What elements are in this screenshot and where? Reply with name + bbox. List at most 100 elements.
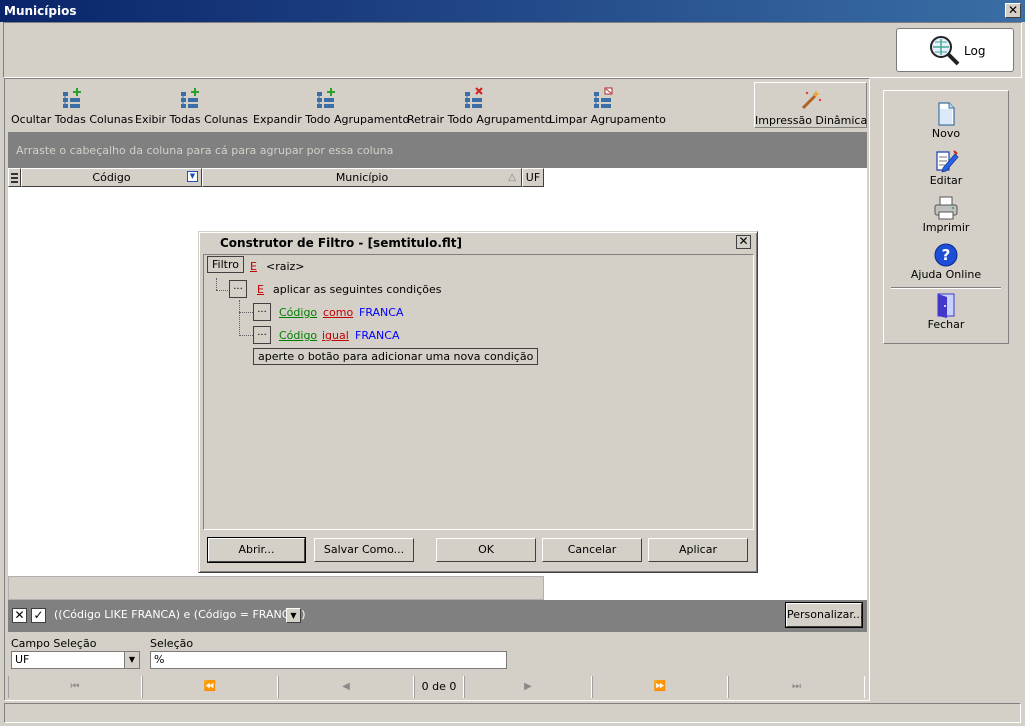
dynamic-print-button[interactable]: Impressão Dinâmica — [754, 82, 867, 128]
clear-grouping-button[interactable]: Limpar Agrupamento — [549, 82, 666, 128]
group-by-area[interactable]: Arraste o cabeçalho da coluna para cá pa… — [8, 132, 867, 168]
show-columns-icon — [181, 88, 199, 108]
previous-page-button[interactable]: ⏪ — [142, 676, 278, 698]
clear-grouping-icon — [594, 87, 613, 108]
clear-filter-icon[interactable]: ✕ — [12, 608, 27, 623]
open-button[interactable]: Abrir... — [207, 537, 306, 563]
hide-all-columns-button[interactable]: Ocultar Todas Colunas — [11, 82, 133, 128]
online-help-label: Ajuda Online — [910, 268, 982, 281]
tree-connector — [216, 278, 217, 290]
condition-value[interactable]: FRANCA — [359, 306, 403, 319]
next-page-button[interactable]: ⏩ — [592, 676, 728, 698]
group-label: aplicar as seguintes condições — [273, 283, 442, 296]
dialog-close-button[interactable]: ✕ — [736, 235, 751, 249]
record-count: 0 de 0 — [414, 676, 464, 698]
expand-all-grouping-button[interactable]: Expandir Todo Agrupamento — [253, 82, 410, 128]
customize-filter-button[interactable]: Personalizar... — [785, 602, 863, 628]
show-all-columns-button[interactable]: Exibir Todas Colunas — [135, 82, 248, 128]
new-label: Novo — [931, 127, 961, 140]
exit-door-icon — [937, 293, 955, 318]
clear-grouping-label: Limpar Agrupamento — [549, 113, 666, 126]
collapse-all-grouping-label: Retrair Todo Agrupamento — [407, 113, 552, 126]
condition-field-link[interactable]: Código — [279, 306, 317, 319]
hide-columns-icon — [63, 88, 81, 108]
tree-connector — [239, 335, 253, 336]
side-menu-divider — [891, 287, 1001, 289]
printer-icon — [934, 196, 958, 220]
expand-all-grouping-label: Expandir Todo Agrupamento — [253, 113, 410, 126]
collapse-grouping-icon — [465, 87, 483, 108]
column-header-uf[interactable]: UF — [522, 168, 544, 187]
next-record-button[interactable]: ▶ — [464, 676, 592, 698]
column-header-codigo-label: Código — [92, 171, 131, 184]
field-selection-label: Campo Seleção — [11, 637, 97, 650]
column-header-municipio-label: Município — [335, 171, 389, 184]
condition-field-link[interactable]: Código — [279, 329, 317, 342]
filter-funnel-icon[interactable]: ▼ — [187, 171, 198, 182]
svg-text:?: ? — [942, 246, 951, 264]
print-button[interactable]: Imprimir — [883, 195, 1009, 234]
column-chooser-button[interactable] — [8, 168, 21, 187]
condition-operator-link[interactable]: como — [323, 306, 353, 319]
group-menu-button[interactable]: ... — [229, 280, 247, 298]
selection-label: Seleção — [150, 637, 194, 650]
magic-wand-icon — [801, 90, 821, 110]
expand-grouping-icon — [317, 88, 335, 108]
previous-record-button[interactable]: ◀ — [278, 676, 414, 698]
grid-footer — [8, 576, 544, 600]
edit-button[interactable]: Editar — [883, 148, 1009, 187]
close-label: Fechar — [927, 318, 965, 331]
last-record-button[interactable]: ⏭ — [728, 676, 865, 698]
first-record-button[interactable]: ⏮ — [8, 676, 142, 698]
tree-connector — [239, 300, 240, 336]
ok-button[interactable]: OK — [436, 538, 536, 562]
root-label: <raiz> — [266, 260, 305, 273]
edit-icon — [936, 150, 959, 173]
log-search-icon — [930, 36, 960, 66]
log-button[interactable]: Log — [896, 28, 1014, 72]
apply-button[interactable]: Aplicar — [648, 538, 748, 562]
chevron-down-icon[interactable]: ▼ — [124, 652, 139, 668]
filter-root-tab[interactable]: Filtro — [207, 256, 244, 273]
add-condition-hint: aperte o botão para adicionar uma nova c… — [253, 348, 539, 365]
top-band — [3, 22, 1022, 78]
save-as-button[interactable]: Salvar Como... — [314, 538, 414, 562]
show-all-columns-label: Exibir Todas Colunas — [135, 113, 248, 126]
online-help-button[interactable]: ? Ajuda Online — [883, 242, 1009, 281]
new-document-icon — [938, 102, 955, 126]
close-button[interactable]: Fechar — [883, 292, 1009, 331]
log-button-label: Log — [964, 44, 986, 58]
condition-menu-button[interactable]: ... — [253, 326, 271, 344]
window-close-button[interactable]: ✕ — [1005, 3, 1021, 18]
selection-input[interactable]: % — [150, 651, 507, 669]
new-button[interactable]: Novo — [883, 101, 1009, 140]
dialog-title: Construtor de Filtro - [semtitulo.flt] — [202, 234, 754, 252]
filter-active-checkbox[interactable]: ✓ — [31, 608, 46, 623]
column-header-codigo[interactable]: Código ▼ — [21, 168, 202, 187]
help-icon: ? — [934, 243, 958, 267]
filter-history-dropdown[interactable]: ▼ — [286, 608, 301, 623]
condition-menu-button[interactable]: ... — [253, 303, 271, 321]
collapse-all-grouping-button[interactable]: Retrair Todo Agrupamento — [407, 82, 552, 128]
print-label: Imprimir — [922, 221, 970, 234]
filter-expression[interactable]: ((Código LIKE FRANCA) e (Código = FRANCA… — [54, 608, 306, 621]
record-navigator: ⏮ ⏪ ◀ 0 de 0 ▶ ⏩ ⏭ — [8, 676, 865, 698]
cancel-button[interactable]: Cancelar — [542, 538, 642, 562]
group-operator-link[interactable]: E — [257, 283, 264, 296]
field-selection-select[interactable]: UF — [11, 651, 140, 669]
condition-value[interactable]: FRANCA — [355, 329, 399, 342]
window-title: Municípios — [0, 0, 1025, 22]
sort-ascending-icon: △ — [508, 172, 516, 183]
dynamic-print-label: Impressão Dinâmica — [755, 114, 868, 127]
condition-operator-link[interactable]: igual — [322, 329, 349, 342]
edit-label: Editar — [929, 174, 963, 187]
status-bar — [4, 703, 1021, 723]
hide-all-columns-label: Ocultar Todas Colunas — [11, 113, 134, 126]
column-header-uf-label: UF — [525, 171, 541, 184]
tree-connector — [216, 290, 230, 291]
column-chooser-icon — [11, 173, 18, 183]
column-header-municipio[interactable]: Município △ — [202, 168, 522, 187]
grid-toolbar: Ocultar Todas Colunas Exibir Todas Colun… — [7, 82, 867, 128]
root-operator-link[interactable]: E — [250, 260, 257, 273]
tree-connector — [239, 312, 253, 313]
